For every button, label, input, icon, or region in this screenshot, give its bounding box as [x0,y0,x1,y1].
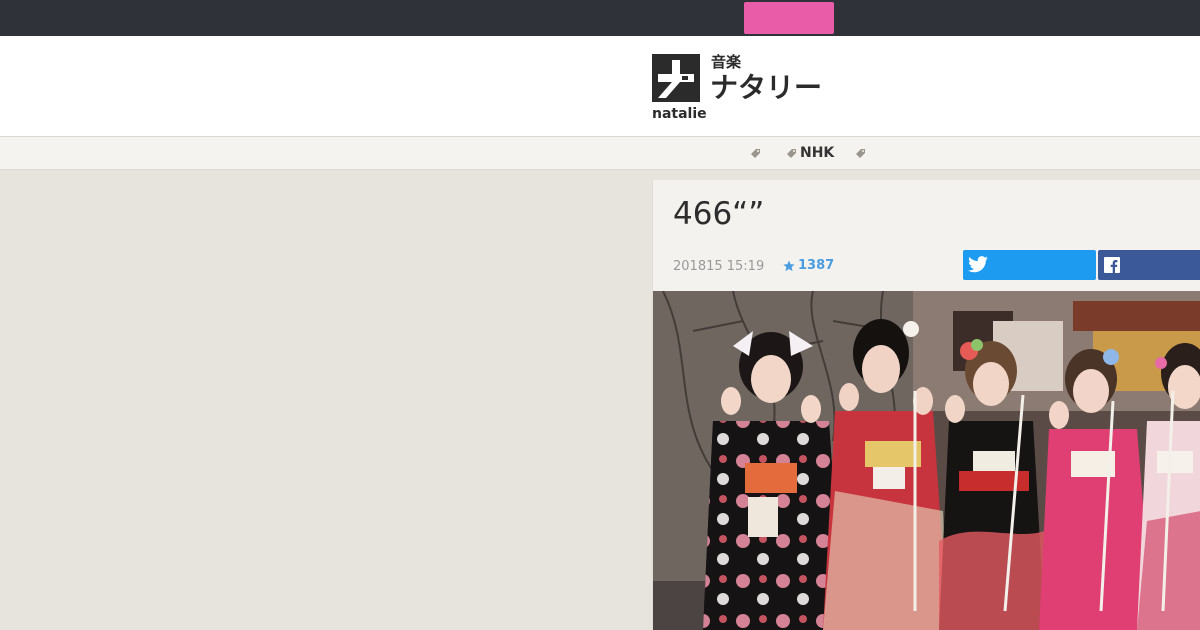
tag-icon [751,149,760,158]
facebook-icon [1104,257,1120,273]
top-banner-button[interactable] [744,2,834,34]
logo-title: ナタリー [710,71,823,104]
top-bar [0,0,1200,36]
kimono-group-photo [653,291,1200,630]
tag-label: NHK [800,145,835,161]
star-count-value: 1387 [798,258,835,273]
star-count[interactable]: 1387 [783,258,834,273]
twitter-icon [968,256,988,273]
facebook-share-button[interactable] [1098,250,1200,280]
article-date: 201815 15:19 [673,259,765,274]
tag-link-1[interactable] [750,137,764,169]
article-photo[interactable] [653,291,1200,630]
tag-icon [856,149,865,158]
site-header: 音楽 ナタリー natalie [0,36,1200,137]
article-title: 466“” [673,196,765,232]
tag-link-3[interactable] [855,137,869,169]
tag-icon [787,149,796,158]
tag-link-nhk[interactable]: NHK [786,137,834,169]
logo-subtitle: 音楽 [711,53,742,71]
star-icon [783,260,795,271]
tag-bar: NHK [0,137,1200,170]
natalie-logo-icon [652,54,700,102]
logo-wordmark: natalie [652,106,707,122]
site-logo[interactable]: 音楽 ナタリー natalie [652,54,822,122]
twitter-share-button[interactable] [963,250,1096,280]
article-card: 466“” 201815 15:19 1387 [652,180,1200,630]
